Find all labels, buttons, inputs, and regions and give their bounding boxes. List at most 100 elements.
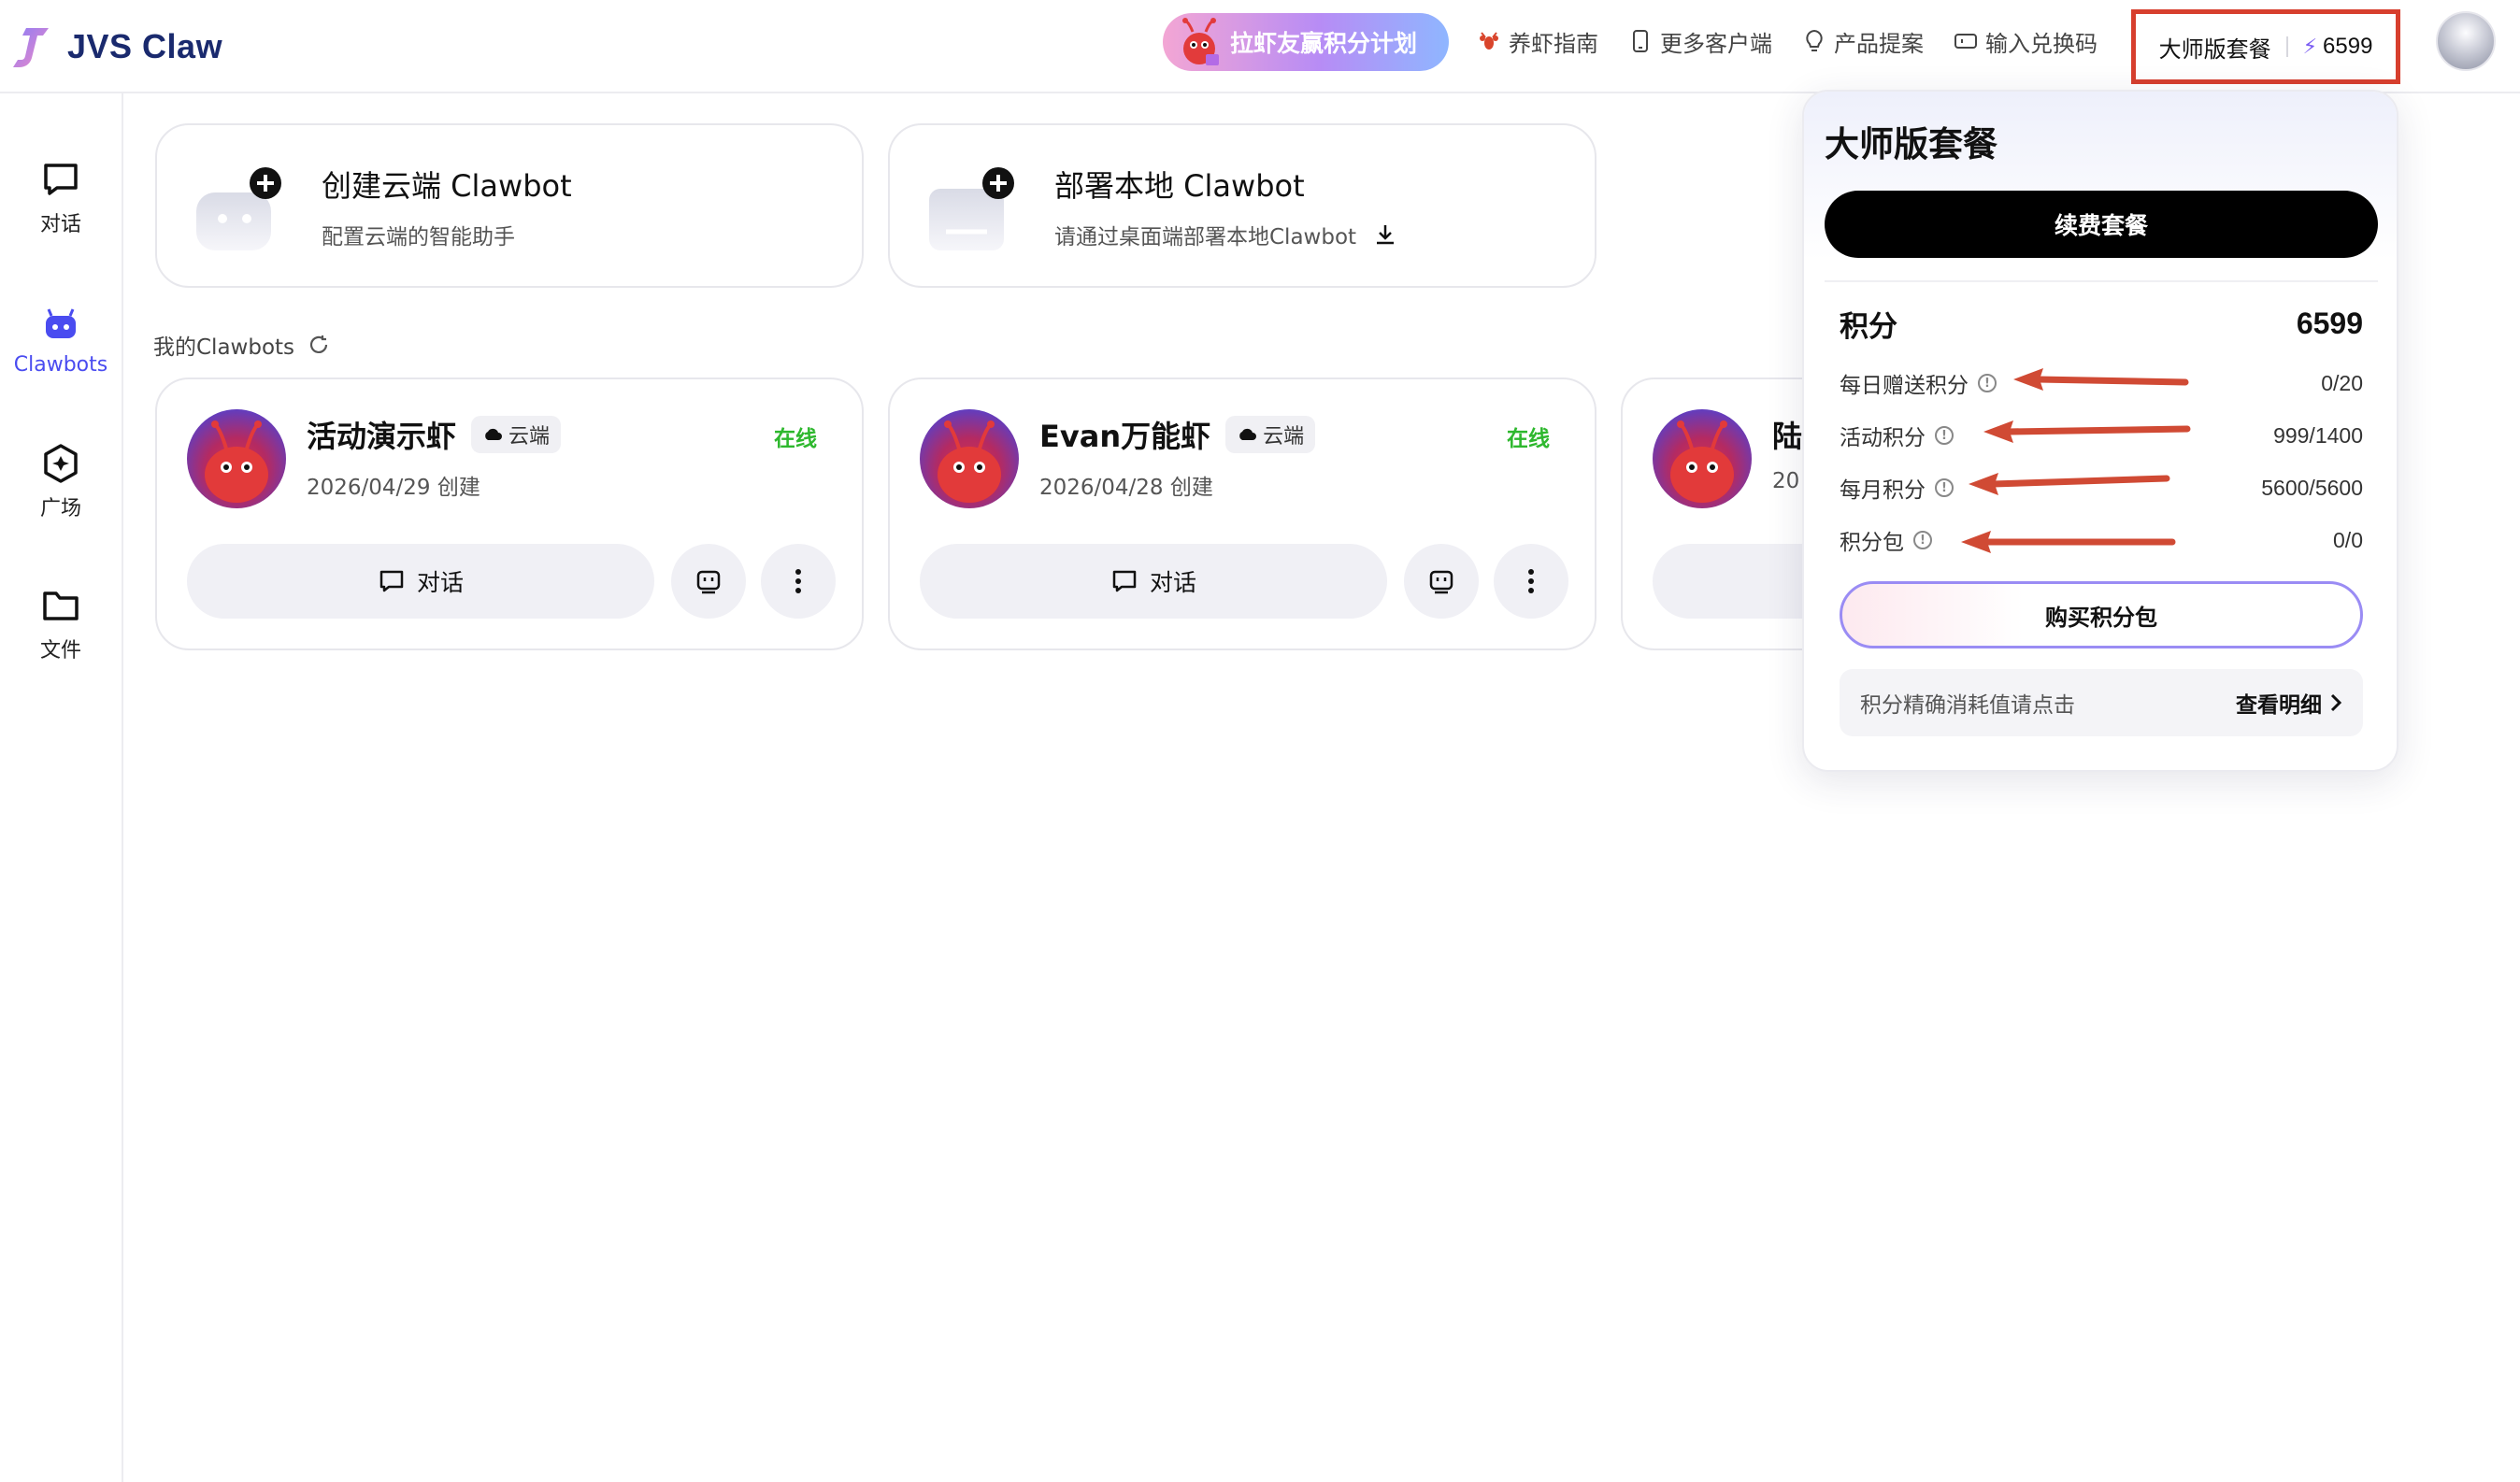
sidebar-item-plaza[interactable]: 广场 [0,435,122,529]
more-options-button[interactable] [1494,544,1568,619]
points-label: 积分 [1840,310,1897,344]
more-vertical-icon [795,569,801,593]
nav-link-label: 养虾指南 [1509,30,1598,57]
info-icon[interactable]: ! [1978,374,1997,392]
popover-title: 大师版套餐 [1825,124,1997,164]
nav-link-guide[interactable]: 养虾指南 [1477,21,1598,62]
lobster-avatar-icon [205,420,268,503]
info-icon[interactable]: ! [1913,531,1932,549]
bot-name-row: 陆 [1772,413,1802,456]
nav-link-redeem[interactable]: 输入兑换码 [1954,21,2098,62]
cloud-icon [1239,428,1257,440]
more-vertical-icon [1528,569,1534,593]
sidebar-item-clawbots[interactable]: Clawbots [0,293,122,387]
nav-link-label: 更多客户端 [1660,30,1772,57]
card-title: 部署本地 Clawbot [1054,168,1305,204]
plan-name: 大师版套餐 [2158,36,2271,63]
card-subtitle: 配置云端的智能助手 [322,219,515,250]
info-icon[interactable]: ! [1935,478,1954,497]
sidebar: 对话 Clawbots 广场 文件 [0,93,123,1482]
create-cloud-clawbot-card[interactable]: 创建云端 Clawbot 配置云端的智能助手 [155,123,864,288]
sidebar-item-label: 文件 [39,639,81,663]
bolt-icon: ⚡ [2302,35,2318,59]
created-date: 2026/04/29 创建 [307,476,480,500]
download-icon[interactable] [1373,222,1397,247]
plaza-icon [44,444,78,483]
bot-name-row: Evan万能虾 云端 [1039,413,1316,456]
cloud-tag: 云端 [1225,416,1316,453]
cloud-tag: 云端 [471,416,562,453]
user-avatar[interactable] [2436,11,2496,71]
status-online: 在线 [774,427,817,451]
card-subtitle: 请通过桌面端部署本地Clawbot [1054,219,1397,250]
console-button[interactable] [1404,544,1479,619]
bot-avatar [187,409,286,508]
card-subtitle-text: 配置云端的智能助手 [322,225,515,249]
chat-icon [1112,570,1137,592]
divider [2285,36,2288,57]
info-icon[interactable]: ! [1935,426,1954,445]
sidebar-item-chat[interactable]: 对话 [0,151,122,245]
annotation-arrow-icon [1983,420,2191,443]
buy-points-package-button[interactable]: 购买积分包 [1840,581,2363,648]
points-row-label: 每日赠送积分! [1840,367,1997,399]
chat-button[interactable]: 对话 [187,544,654,619]
promo-banner-button[interactable]: 拉虾友赢积分计划 [1163,13,1449,71]
tag-label: 云端 [508,425,551,449]
cloud-icon [485,428,503,440]
more-options-button[interactable] [761,544,836,619]
chat-icon [44,164,78,195]
logo-icon [13,28,49,67]
promo-label: 拉虾友赢积分计划 [1230,30,1418,57]
points-row-value: 999/1400 [2273,422,2363,448]
console-button[interactable] [671,544,746,619]
nav-link-label: 产品提案 [1834,30,1924,57]
card-title: 创建云端 Clawbot [322,168,572,204]
annotation-arrow-icon [1969,473,2170,495]
chevron-right-icon [2330,693,2342,712]
bot-name-row: 活动演示虾 云端 [307,413,562,456]
divider [1825,280,2378,282]
nav-link-proposal[interactable]: 产品提案 [1802,21,1924,62]
lobster-icon [1477,29,1501,53]
bot-name: Evan万能虾 [1039,419,1211,454]
points-row-value: 5600/5600 [2261,475,2363,500]
desktop-add-icon [929,167,1014,250]
annotation-arrow-icon [2013,368,2189,391]
app-logo[interactable]: JVS Claw [11,17,222,77]
created-date: 2026/04/28 创建 [1039,476,1213,500]
points-row-label: 活动积分! [1840,420,1954,451]
plan-points-button[interactable]: 大师版套餐 ⚡ 6599 [2131,9,2400,84]
points-summary: 积分 6599 [1840,303,2363,345]
points-detail-bar[interactable]: 积分精确消耗值请点击 查看明细 [1840,669,2363,736]
bot-avatar [1653,409,1752,508]
points-row-label: 积分包! [1840,524,1932,556]
points-row-value: 0/0 [2333,527,2363,552]
app-name: JVS Claw [67,27,223,65]
bot-name: 活动演示虾 [307,419,457,454]
nav-link-clients[interactable]: 更多客户端 [1628,21,1772,62]
lobster-avatar-icon [1670,420,1734,503]
status-online: 在线 [1507,427,1550,451]
cloud-bot-add-icon [196,167,281,250]
console-icon [696,570,721,594]
chat-button[interactable]: 对话 [920,544,1387,619]
renew-plan-button[interactable]: 续费套餐 [1825,191,2378,258]
row-label-text: 活动积分 [1840,426,1926,450]
view-detail-link[interactable]: 查看明细 [2236,687,2342,719]
points-total: 6599 [2296,306,2363,340]
row-label-text: 积分包 [1840,531,1904,555]
folder-icon [43,591,79,620]
ticket-icon [1954,29,1978,53]
lobster-mascot-icon [1182,18,1219,65]
sidebar-item-files[interactable]: 文件 [0,577,122,671]
sidebar-item-label: 广场 [39,497,81,520]
bot-avatar [920,409,1019,508]
lobster-avatar-icon [938,420,1001,503]
refresh-icon[interactable] [308,334,330,356]
deploy-local-clawbot-card[interactable]: 部署本地 Clawbot 请通过桌面端部署本地Clawbot [888,123,1596,288]
clawbot-card[interactable]: Evan万能虾 云端 在线 2026/04/28 创建 对话 [888,378,1596,650]
robot-icon [46,307,76,338]
clawbot-card[interactable]: 活动演示虾 云端 在线 2026/04/29 创建 对话 [155,378,864,650]
console-icon [1429,570,1453,594]
